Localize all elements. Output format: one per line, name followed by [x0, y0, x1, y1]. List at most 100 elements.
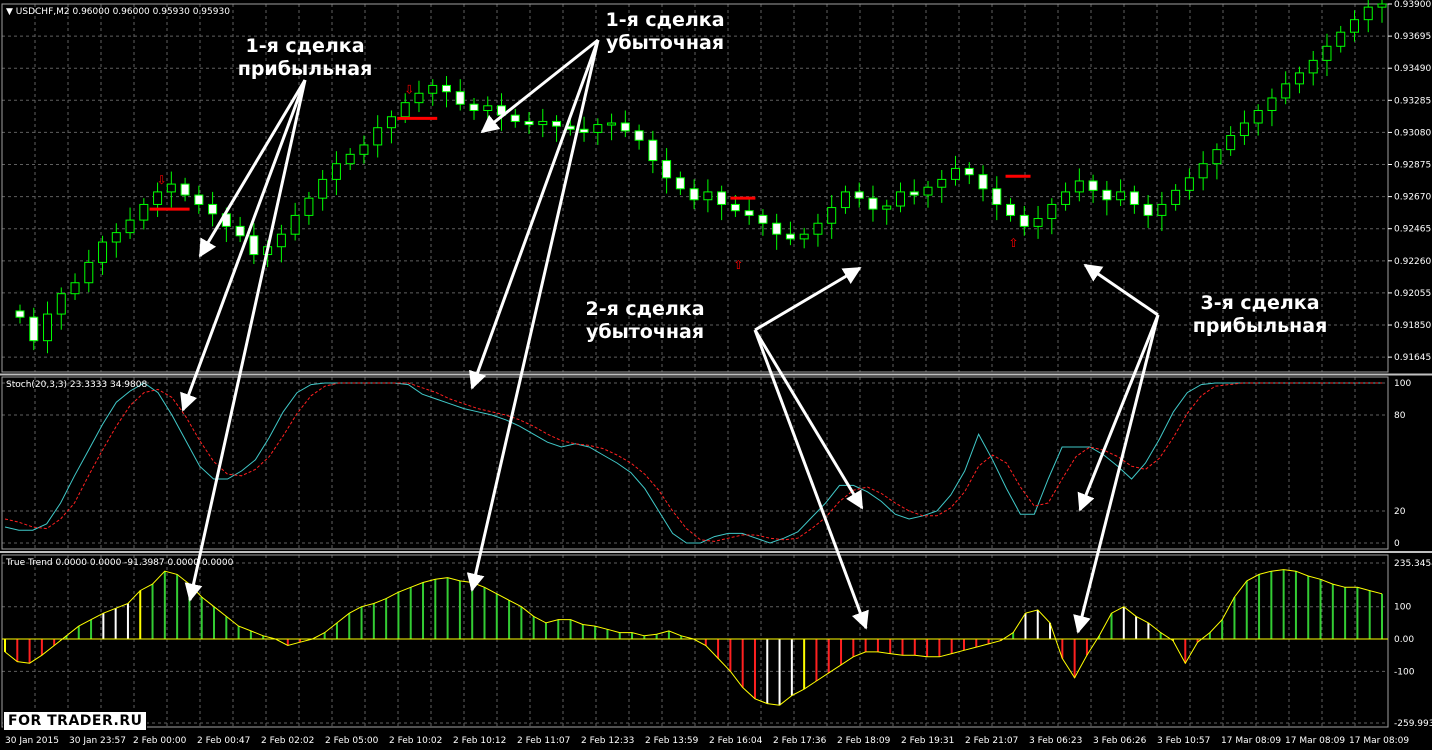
bear-candle: [744, 210, 754, 216]
price-tick-label: 0.91645: [1394, 353, 1431, 363]
bull-candle: [43, 313, 53, 342]
bull-candle: [607, 122, 617, 126]
stoch-tick-label: 100: [1394, 379, 1411, 389]
bear-candle: [909, 191, 919, 196]
fortrader-logo: FOR TRADER.RU: [3, 711, 148, 731]
mt4-chart-window[interactable]: ⇩ ⇩ ⇧ ⇧ 0.93900 0.93695 0.93490 0.93285 0.93080…: [0, 0, 1432, 750]
bear-candle: [1102, 189, 1112, 201]
bull-candle: [840, 191, 850, 209]
price-tick-label: 0.93695: [1394, 32, 1431, 42]
tt-tick-label: 235.3454: [1394, 559, 1432, 569]
bear-candle: [1019, 214, 1029, 227]
stoch-tick-label: 20: [1394, 507, 1406, 517]
bull-candle: [1226, 135, 1236, 151]
bear-candle: [717, 191, 727, 205]
bull-candle: [1212, 149, 1222, 165]
annotation-line: 3-я сделка: [1200, 292, 1320, 314]
annotation-trade3-profit: 3-я сделка прибыльная: [1175, 292, 1345, 338]
price-tick-label: 0.92670: [1394, 193, 1431, 203]
time-label: 3 Feb 06:26: [1093, 736, 1147, 746]
bull-candle: [373, 127, 383, 146]
time-label: 2 Feb 11:07: [517, 736, 570, 746]
bull-candle: [98, 241, 108, 263]
bear-candle: [524, 120, 534, 126]
time-label: 3 Feb 06:23: [1029, 736, 1082, 746]
stoch-tick-label: 0: [1394, 539, 1400, 549]
price-tick-label: 0.92260: [1394, 257, 1431, 267]
stochastic-indicator: [4, 382, 1382, 544]
bull-candle: [483, 105, 493, 111]
annotation-line: прибыльная: [237, 58, 373, 80]
bull-candle: [166, 183, 176, 193]
symbol-title: USDCHF,M2: [15, 7, 70, 17]
sell-arrow-icon: ⇩: [157, 173, 167, 187]
time-label: 2 Feb 00:47: [197, 736, 250, 746]
annotation-arrow: [1077, 314, 1160, 512]
time-label: 17 Mar 08:09: [1285, 736, 1345, 746]
stoch-main-line: [4, 382, 1382, 544]
price-tick-label: 0.93080: [1394, 128, 1431, 138]
annotation-trade1-loss: 1-я сделка убыточная: [590, 9, 740, 55]
time-label: 2 Feb 10:12: [453, 736, 506, 746]
bear-candle: [992, 188, 1002, 205]
tt-tick-label: 100: [1394, 603, 1411, 613]
bull-candle: [538, 120, 548, 126]
bear-candle: [662, 160, 672, 179]
time-label: 2 Feb 18:09: [837, 736, 891, 746]
bear-candle: [772, 222, 782, 235]
price-tick-label: 0.93285: [1394, 96, 1431, 106]
bull-candle: [799, 233, 809, 240]
bull-candle: [345, 153, 355, 165]
price-tick-label: 0.93490: [1394, 64, 1431, 74]
bull-candle: [1157, 203, 1167, 216]
bear-candle: [868, 197, 878, 210]
time-label: 2 Feb 12:33: [581, 736, 634, 746]
bear-candle: [730, 203, 740, 212]
bear-candle: [634, 130, 644, 141]
bull-candle: [1322, 45, 1332, 61]
bear-candle: [194, 194, 204, 205]
tt-tick-label: 0.00: [1394, 635, 1414, 645]
bull-candle: [56, 293, 66, 315]
bull-candle: [139, 203, 149, 221]
time-axis: 30 Jan 2015 30 Jan 23:57 2 Feb 00:00 2 Feb …: [5, 736, 1409, 746]
bull-candle: [882, 205, 892, 210]
dropdown-triangle-icon[interactable]: ▼: [6, 7, 13, 17]
time-label: 2 Feb 02:02: [261, 736, 314, 746]
bull-candle: [125, 219, 135, 234]
bull-candle: [1116, 191, 1126, 201]
bull-candle: [1239, 122, 1249, 137]
annotation-arrow: [754, 266, 862, 332]
annotation-line: убыточная: [605, 32, 725, 54]
tt-tick-label: -259.9937: [1394, 719, 1432, 729]
bull-candle: [827, 207, 837, 224]
time-label: 2 Feb 19:31: [901, 736, 954, 746]
bull-candle: [1198, 163, 1208, 179]
bull-candle: [153, 191, 163, 205]
price-axes: 0.93900 0.93695 0.93490 0.93285 0.93080 0.928…: [1388, 0, 1432, 729]
buy-arrow-icon: ⇧: [1009, 236, 1019, 250]
time-label: 2 Feb 13:59: [645, 736, 699, 746]
bull-candle: [937, 178, 947, 188]
price-tick-label: 0.92465: [1394, 225, 1431, 235]
tt-tick-label: -100: [1394, 667, 1415, 677]
bull-candle: [1308, 59, 1318, 74]
bear-candle: [552, 120, 562, 127]
bull-candle: [1349, 19, 1359, 33]
bull-candle: [276, 233, 286, 248]
bear-candle: [689, 188, 699, 201]
time-label: 3 Feb 10:57: [1157, 736, 1210, 746]
bull-candle: [1033, 218, 1043, 227]
bear-candle: [978, 174, 988, 190]
bear-candle: [854, 191, 864, 199]
bull-candle: [331, 163, 341, 180]
annotation-line: 1-я сделка: [605, 9, 725, 31]
bear-candle: [1143, 203, 1153, 216]
time-label: 17 Mar 08:09: [1349, 736, 1409, 746]
bull-candle: [1253, 109, 1263, 124]
true-trend-header: True Trend 0.0000 0.0000 -91.3987 0.0000…: [6, 558, 234, 568]
stoch-tick-label: 80: [1394, 411, 1406, 421]
bull-candle: [1047, 203, 1057, 220]
annotation-line: убыточная: [585, 321, 705, 343]
annotation-trade1-profit: 1-я сделка прибыльная: [225, 35, 385, 81]
